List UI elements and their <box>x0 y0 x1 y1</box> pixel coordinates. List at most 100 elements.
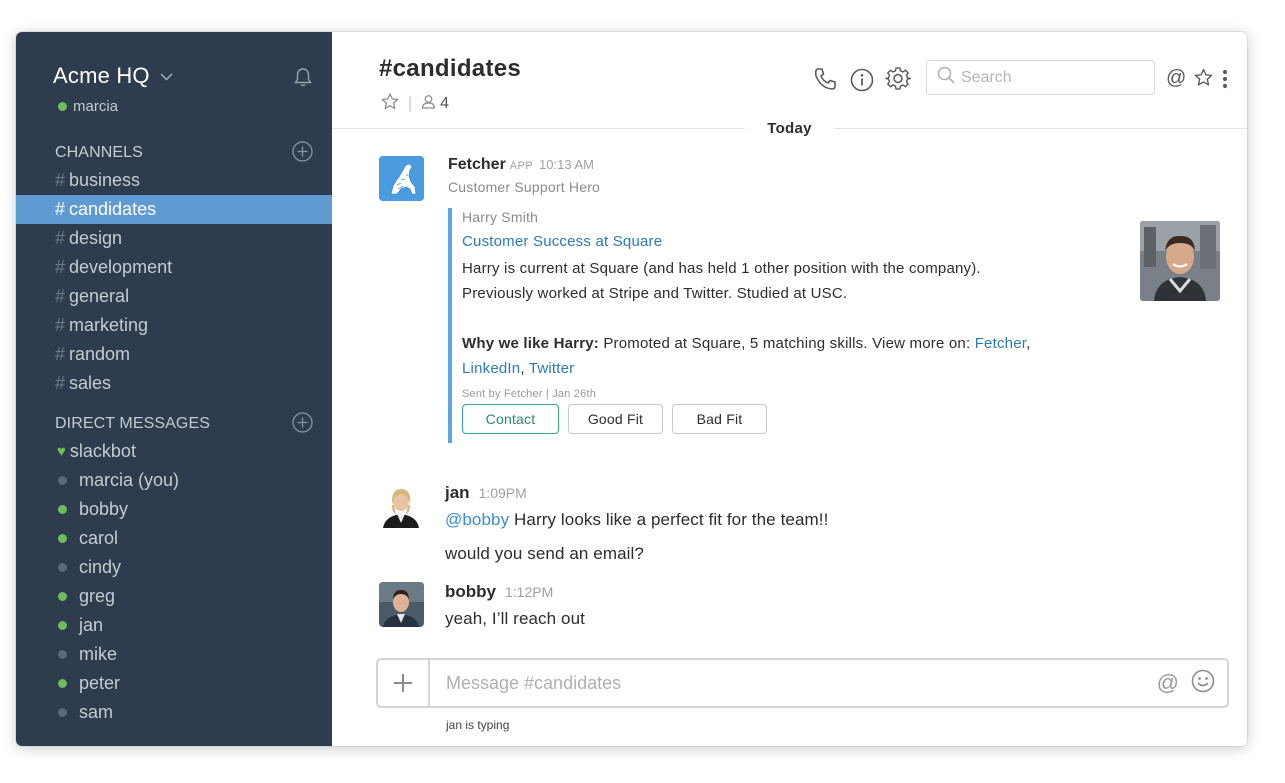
add-channel-icon[interactable] <box>292 141 313 167</box>
dm-item-cindy[interactable]: cindy <box>16 553 332 582</box>
app-window: Acme HQ marcia CHANNELS # business # candi… <box>16 32 1247 746</box>
dm-label: sam <box>79 702 114 722</box>
hash-icon: # <box>55 170 66 190</box>
emoji-icon[interactable] <box>1191 669 1215 698</box>
author-title: Customer Support Hero <box>448 179 601 195</box>
message-text: yeah, I’ll reach out <box>445 609 585 628</box>
member-count[interactable]: 4 <box>440 95 449 113</box>
hash-icon: # <box>55 199 66 219</box>
channel-meta: | 4 <box>381 93 449 115</box>
dm-label: marcia (you) <box>79 470 180 490</box>
sidebar-item-random[interactable]: # random <box>16 340 332 369</box>
channel-label: sales <box>69 373 112 393</box>
starred-items-icon[interactable] <box>1194 68 1213 92</box>
current-user[interactable]: marcia <box>58 98 118 115</box>
bobby-header: bobby 1:12PM <box>445 582 553 602</box>
dm-label: jan <box>79 615 104 635</box>
presence-online-icon <box>58 621 67 630</box>
search-input[interactable] <box>961 68 1141 87</box>
add-dm-icon[interactable] <box>292 412 313 438</box>
sidebar-item-candidates[interactable]: # candidates <box>16 195 332 224</box>
fetcher-app-avatar[interactable] <box>379 156 424 201</box>
timestamp[interactable]: 10:13 AM <box>539 157 594 172</box>
presence-online-icon <box>58 679 67 688</box>
dm-item-bobby[interactable]: bobby <box>16 495 332 524</box>
info-icon[interactable] <box>850 68 874 97</box>
dm-item-marcia[interactable]: marcia (you) <box>16 466 332 495</box>
fetcher-header: Fetcher APP 10:13 AM Customer Support Hero <box>448 156 600 195</box>
sidebar-item-development[interactable]: # development <box>16 253 332 282</box>
members-icon[interactable] <box>421 94 436 114</box>
gear-icon[interactable] <box>885 66 912 97</box>
message-text: would you send an email? <box>445 544 644 563</box>
dm-label: slackbot <box>69 441 136 461</box>
author-name[interactable]: Fetcher <box>448 156 506 173</box>
attachment-body: Harry is current at Square (and has held… <box>462 256 1228 381</box>
channel-label: business <box>69 170 141 190</box>
dm-item-sam[interactable]: sam <box>16 698 332 727</box>
channel-label: general <box>69 286 130 306</box>
good-fit-button[interactable]: Good Fit <box>568 404 663 434</box>
at-mention-icon[interactable]: @ <box>1157 670 1179 696</box>
sidebar-item-general[interactable]: # general <box>16 282 332 311</box>
dm-item-mike[interactable]: mike <box>16 640 332 669</box>
dm-label: mike <box>79 644 118 664</box>
comma: , <box>520 360 525 377</box>
attachment-actions: Contact Good Fit Bad Fit <box>462 404 1228 434</box>
attachment-spacer <box>462 306 1228 331</box>
channel-title: #candidates <box>379 55 522 82</box>
jan-avatar[interactable] <box>379 483 424 528</box>
candidate-photo[interactable] <box>1140 221 1220 301</box>
twitter-link[interactable]: Twitter <box>529 360 575 377</box>
user-mention[interactable]: @bobby <box>445 510 509 529</box>
team-menu[interactable]: Acme HQ <box>53 63 173 89</box>
dm-item-peter[interactable]: peter <box>16 669 332 698</box>
sidebar-item-design[interactable]: # design <box>16 224 332 253</box>
sidebar-item-business[interactable]: # business <box>16 166 332 195</box>
author-name[interactable]: bobby <box>445 582 496 601</box>
contact-button[interactable]: Contact <box>462 404 559 434</box>
star-icon[interactable] <box>381 93 399 115</box>
message-body: Harry looks like a perfect fit for the t… <box>509 510 829 529</box>
message-jan: jan 1:09PM @bobby Harry looks like a perf… <box>379 483 1179 563</box>
presence-online-icon <box>58 592 67 601</box>
channel-label: candidates <box>69 199 157 219</box>
bell-icon[interactable] <box>293 67 313 93</box>
mentions-icon[interactable]: @ <box>1166 67 1186 90</box>
attach-file-button[interactable] <box>378 660 430 706</box>
direct-messages-heading[interactable]: DIRECT MESSAGES <box>55 415 210 433</box>
author-name[interactable]: jan <box>445 483 470 502</box>
more-options-icon[interactable] <box>1222 69 1228 94</box>
message-input[interactable] <box>430 660 1157 706</box>
dm-label: bobby <box>79 499 129 519</box>
dm-label: peter <box>79 673 121 693</box>
channel-header: #candidates | 4 Search @ <box>332 32 1247 129</box>
fetcher-link[interactable]: Fetcher <box>975 335 1026 352</box>
attachment-line: Harry is current at Square (and has held… <box>462 260 981 277</box>
channels-heading[interactable]: CHANNELS <box>55 144 143 162</box>
channel-view: #candidates | 4 Search @ Today Fetcher A… <box>332 32 1247 746</box>
timestamp[interactable]: 1:09PM <box>479 485 527 501</box>
sidebar-item-marketing[interactable]: # marketing <box>16 311 332 340</box>
phone-icon[interactable] <box>812 66 838 97</box>
sidebar-item-sales[interactable]: # sales <box>16 369 332 398</box>
dm-item-jan[interactable]: jan <box>16 611 332 640</box>
bobby-avatar[interactable] <box>379 582 424 627</box>
dm-item-carol[interactable]: carol <box>16 524 332 553</box>
bad-fit-button[interactable]: Bad Fit <box>672 404 767 434</box>
linkedin-link[interactable]: LinkedIn <box>462 360 520 377</box>
timestamp[interactable]: 1:12PM <box>505 584 553 600</box>
channel-list: # business # candidates # design # developme… <box>16 166 332 398</box>
dm-label: cindy <box>79 557 122 577</box>
dm-item-greg[interactable]: greg <box>16 582 332 611</box>
attachment-title-link[interactable]: Customer Success at Square <box>462 233 1228 250</box>
candidate-attachment: Harry Smith Customer Success at Square H… <box>448 208 1228 443</box>
message-text: @bobby Harry looks like a perfect fit fo… <box>445 510 1145 530</box>
dm-item-slackbot[interactable]: ♥ slackbot <box>16 437 332 466</box>
presence-away-icon <box>58 476 67 485</box>
typing-indicator: jan is typing <box>446 718 510 732</box>
search-box[interactable] <box>926 60 1155 95</box>
channel-label: design <box>69 228 123 248</box>
plus-icon <box>394 674 412 692</box>
team-name: Acme HQ <box>53 63 150 88</box>
